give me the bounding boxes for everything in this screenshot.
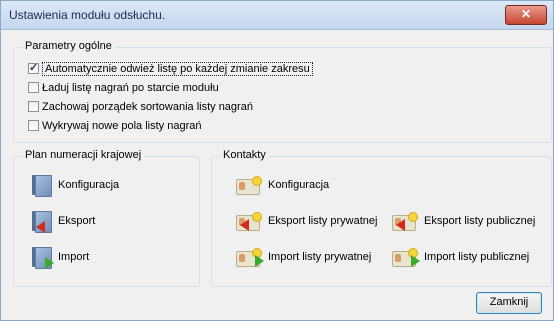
contact-card-icon [236, 176, 262, 195]
contacts-legend: Kontakty [220, 149, 269, 161]
numbering-import-label: Import [58, 251, 90, 263]
checkbox-box[interactable] [28, 82, 39, 93]
contacts-config-button[interactable]: Konfiguracja [236, 173, 329, 197]
detect-new-fields-checkbox[interactable]: Wykrywaj nowe pola listy nagrań [28, 118, 201, 133]
general-settings-legend: Parametry ogólne [22, 40, 115, 52]
import-private-list-label: Import listy prywatnej [268, 251, 372, 263]
numbering-export-label: Eksport [58, 215, 96, 227]
close-window-button[interactable]: ✕ [505, 5, 547, 25]
close-button[interactable]: Zamknij [476, 292, 542, 314]
contact-card-export-icon [236, 212, 262, 231]
dialog-body: Parametry ogólne Automatycznie odwież li… [2, 30, 552, 320]
window-title: Ustawienia modułu odsłuchu. [9, 8, 166, 22]
checkbox-box[interactable] [28, 120, 39, 131]
general-settings-group: Parametry ogólne Automatycznie odwież li… [13, 40, 552, 143]
book-export-icon [32, 210, 52, 233]
numbering-export-button[interactable]: Eksport [32, 209, 95, 233]
checkbox-label: Wykrywaj nowe pola listy nagrań [42, 119, 202, 132]
numbering-import-button[interactable]: Import [32, 245, 89, 269]
numbering-plan-legend: Plan numeracji krajowej [22, 149, 145, 161]
contact-card-export-icon [392, 212, 418, 231]
keep-sort-order-checkbox[interactable]: Zachowaj porządek sortowania listy nagra… [28, 99, 253, 114]
checkbox-box[interactable] [28, 101, 39, 112]
load-on-start-checkbox[interactable]: Ładuj listę nagrań po starcie modułu [28, 80, 219, 95]
contact-card-import-icon [392, 248, 420, 267]
checkbox-label: Ładuj listę nagrań po starcie modułu [42, 81, 219, 94]
title-bar: Ustawienia modułu odsłuchu. ✕ [1, 1, 553, 30]
numbering-config-label: Konfiguracja [58, 179, 120, 191]
contacts-config-label: Konfiguracja [268, 179, 330, 191]
export-public-list-button[interactable]: Eksport listy publicznej [392, 209, 535, 233]
numbering-config-button[interactable]: Konfiguracja [32, 173, 119, 197]
export-private-list-label: Eksport listy prywatnej [268, 215, 378, 227]
book-import-icon [32, 246, 54, 269]
import-public-list-button[interactable]: Import listy publicznej [392, 245, 529, 269]
export-private-list-button[interactable]: Eksport listy prywatnej [236, 209, 377, 233]
numbering-plan-group: Plan numeracji krajowej Konfiguracja Eks… [13, 149, 200, 287]
close-icon: ✕ [520, 7, 532, 21]
checkbox-label: Automatycznie odwież listę po każdej zmi… [42, 61, 313, 76]
import-private-list-button[interactable]: Import listy prywatnej [236, 245, 371, 269]
checkbox-box[interactable] [28, 61, 39, 74]
contact-card-import-icon [236, 248, 264, 267]
contacts-group: Kontakty Konfiguracja Eksport listy pryw… [211, 149, 552, 287]
checkbox-label: Zachowaj porządek sortowania listy nagra… [42, 100, 253, 113]
export-public-list-label: Eksport listy publicznej [424, 215, 536, 227]
auto-refresh-checkbox[interactable]: Automatycznie odwież listę po każdej zmi… [28, 61, 313, 76]
import-public-list-label: Import listy publicznej [424, 251, 530, 263]
settings-window: Ustawienia modułu odsłuchu. ✕ Parametry … [0, 0, 554, 321]
book-icon [32, 174, 52, 197]
